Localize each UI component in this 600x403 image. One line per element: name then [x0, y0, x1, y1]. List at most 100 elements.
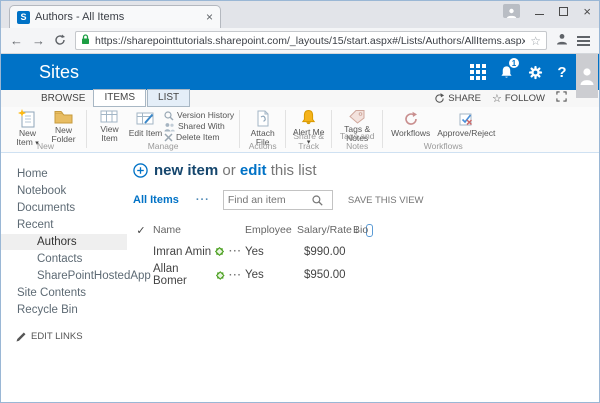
item-name-link[interactable]: Allan Bomer [153, 263, 212, 287]
new-item-badge-icon [215, 247, 225, 256]
settings-button[interactable] [521, 54, 550, 90]
folder-icon [54, 109, 73, 125]
item-menu-ellipsis[interactable]: ··· [225, 270, 241, 281]
back-icon[interactable]: ← [10, 34, 23, 47]
search-icon[interactable] [312, 194, 323, 206]
add-new-item-row: new item or edit this list [133, 162, 599, 179]
tab-title: Authors - All Items [35, 11, 125, 23]
attach-file-icon [255, 109, 271, 128]
table-row[interactable]: Imran Amin ··· Yes $990.00 [133, 240, 599, 263]
new-item-icon [18, 109, 37, 128]
browser-tab[interactable]: S Authors - All Items × [9, 5, 221, 28]
sidebar-item-notebook[interactable]: Notebook [1, 183, 127, 199]
window-close-button[interactable]: × [583, 5, 591, 18]
tab-list[interactable]: LIST [147, 89, 191, 107]
tab-items[interactable]: ITEMS [93, 89, 147, 107]
salary-cell: $950.00 [304, 269, 346, 281]
save-this-view-link[interactable]: SAVE THIS VIEW [348, 195, 424, 206]
browser-profile-avatar-icon[interactable] [503, 4, 521, 18]
tag-icon [348, 109, 366, 124]
forward-icon[interactable]: → [32, 34, 45, 47]
view-selector-row: All Items ··· SAVE THIS VIEW [133, 190, 599, 210]
window-maximize-button[interactable] [559, 6, 569, 16]
focus-on-content-button[interactable] [556, 91, 567, 105]
bookmark-star-icon[interactable]: ☆ [530, 34, 541, 48]
new-item-badge-icon [216, 270, 225, 280]
group-label-new: New [36, 141, 54, 151]
column-header-salary[interactable]: Salary/Rate ↓ [293, 223, 374, 237]
tab-browse[interactable]: BROWSE [33, 91, 93, 107]
select-all-checkmark[interactable]: ✓ [133, 224, 149, 237]
browser-menu-icon[interactable] [577, 35, 590, 46]
ribbon-group-workflows: Workflows Approve/Reject Workflows [385, 107, 501, 152]
person-icon [580, 68, 594, 85]
sidebar-item-contacts[interactable]: Contacts [1, 251, 127, 267]
group-label-share-track: Share & Track [293, 131, 325, 151]
ribbon: BROWSE ITEMS LIST SHARE ☆ FOLLOW New Ite… [1, 89, 599, 153]
sharepoint-favicon-icon: S [17, 10, 30, 24]
search-box [222, 190, 333, 210]
follow-button[interactable]: ☆ FOLLOW [492, 92, 545, 105]
refresh-icon[interactable] [54, 34, 66, 48]
new-item-button[interactable]: New Item ▾ [10, 108, 45, 147]
sidebar-item-site-contents[interactable]: Site Contents [1, 285, 127, 301]
sidebar-item-recent[interactable]: Recent [1, 217, 127, 233]
focus-icon [556, 91, 567, 102]
edit-list-link[interactable]: edit [240, 162, 267, 179]
help-button[interactable]: ? [550, 54, 574, 90]
group-label-tags-notes: Tags and Notes [339, 131, 375, 151]
browser-titlebar: S Authors - All Items × × [1, 1, 599, 28]
employee-cell: Yes [245, 245, 264, 258]
new-folder-button[interactable]: New Folder [46, 108, 81, 144]
star-icon: ☆ [492, 92, 502, 105]
workflow-icon [403, 109, 419, 128]
column-header-name[interactable]: Name [149, 224, 225, 236]
shared-with-button[interactable]: Shared With [164, 122, 234, 132]
sidebar-item-sharepointhostedapp[interactable]: SharePointHostedApp [1, 268, 151, 284]
tab-close-icon[interactable]: × [206, 11, 213, 23]
group-label-actions: Actions [248, 141, 277, 151]
quick-launch-sidebar: Home Notebook Documents Recent Authors C… [1, 153, 151, 401]
sidebar-item-authors[interactable]: Authors [1, 234, 127, 250]
view-item-button[interactable]: View Item [92, 108, 127, 143]
share-button[interactable]: SHARE [434, 93, 481, 104]
suite-bar: Sites 1 ? [1, 54, 599, 90]
browser-toolbar: ← → https://sharepointtutorials.sharepoi… [1, 28, 599, 54]
search-input[interactable] [227, 194, 312, 206]
view-more-ellipsis[interactable]: ··· [196, 194, 210, 206]
edit-item-button[interactable]: Edit Item [128, 108, 163, 141]
notifications-button[interactable]: 1 [492, 54, 521, 90]
new-item-link[interactable]: new item [154, 162, 218, 179]
app-launcher-button[interactable] [463, 54, 492, 90]
column-header-employee[interactable]: Employee [241, 224, 293, 236]
version-history-button[interactable]: Version History [164, 111, 234, 121]
browser-user-icon[interactable] [556, 32, 568, 50]
window-minimize-button[interactable] [535, 13, 545, 15]
alert-bell-icon [300, 109, 317, 127]
sidebar-item-documents[interactable]: Documents [1, 200, 127, 216]
pencil-icon [16, 332, 26, 341]
sidebar-item-recycle-bin[interactable]: Recycle Bin [1, 302, 127, 318]
plus-circle-icon[interactable] [133, 163, 148, 178]
sidebar-item-home[interactable]: Home [1, 166, 127, 182]
workflows-button[interactable]: Workflows [388, 108, 433, 141]
user-avatar[interactable] [576, 54, 598, 98]
column-header-bio[interactable]: Bio [349, 224, 389, 236]
group-label-workflows: Workflows [423, 141, 463, 151]
sites-link[interactable]: Sites [39, 62, 79, 83]
attach-file-button[interactable]: Attach File [245, 108, 280, 147]
item-menu-ellipsis[interactable]: ··· [225, 246, 241, 257]
edit-links-button[interactable]: EDIT LINKS [1, 331, 127, 342]
item-name-link[interactable]: Imran Amin [153, 246, 211, 258]
url-text[interactable]: https://sharepointtutorials.sharepoint.c… [95, 35, 525, 47]
view-tab-all-items[interactable]: All Items [133, 194, 179, 206]
address-bar[interactable]: https://sharepointtutorials.sharepoint.c… [75, 31, 547, 50]
ribbon-group-actions: Attach File Actions [242, 107, 283, 152]
approve-reject-button[interactable]: Approve/Reject [434, 108, 498, 141]
browser-window: S Authors - All Items × × ← → https://sh… [0, 0, 600, 403]
ribbon-tab-row: BROWSE ITEMS LIST SHARE ☆ FOLLOW [1, 89, 599, 107]
table-row[interactable]: Allan Bomer ··· Yes $950.00 [133, 263, 599, 287]
group-label-manage: Manage [147, 141, 179, 151]
ribbon-commands: New Item ▾ New Folder New View Item Edit… [1, 107, 599, 152]
version-history-icon [164, 111, 174, 121]
